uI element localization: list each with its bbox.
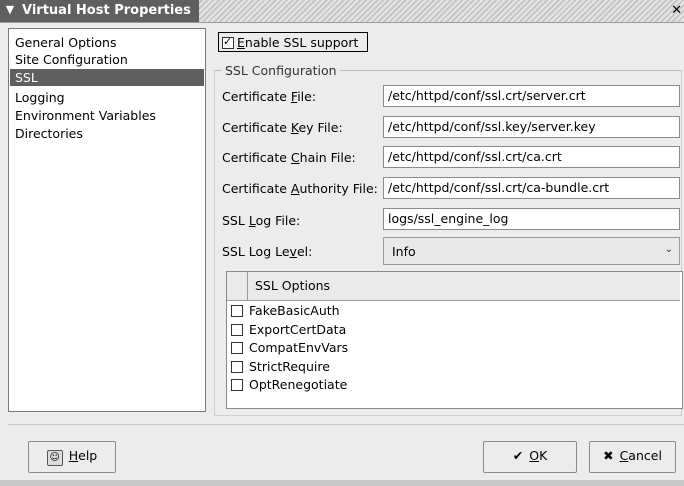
enable-ssl-checkbox[interactable]: Enable SSL support bbox=[218, 32, 368, 52]
ssl-options-header: SSL Options bbox=[227, 272, 680, 301]
sidebar-item-environment-variables[interactable]: Environment Variables bbox=[10, 107, 204, 124]
button-separator bbox=[8, 424, 684, 425]
optrenegotiate-checkbox[interactable] bbox=[231, 379, 243, 391]
compatenvvars-label: CompatEnvVars bbox=[249, 340, 349, 355]
certificate-key-file-input[interactable]: /etc/httpd/conf/ssl.key/server.key bbox=[383, 116, 680, 138]
fakebasicauth-label: FakeBasicAuth bbox=[249, 303, 340, 318]
certificate-chain-file-input[interactable]: /etc/httpd/conf/ssl.crt/ca.crt bbox=[383, 146, 680, 168]
certificate-file-input[interactable]: /etc/httpd/conf/ssl.crt/server.crt bbox=[383, 85, 680, 107]
title-tab: ▼ Virtual Host Properties bbox=[0, 0, 199, 22]
sidebar-item-directories[interactable]: Directories bbox=[10, 125, 204, 142]
certificate-chain-file-label: Certificate Chain File: bbox=[222, 150, 356, 165]
enable-ssl-check-box[interactable] bbox=[222, 35, 234, 49]
certificate-authority-file-label: Certificate Authority File: bbox=[222, 181, 378, 196]
certificate-authority-file-input[interactable]: /etc/httpd/conf/ssl.crt/ca-bundle.crt bbox=[383, 177, 680, 199]
certificate-file-label: Certificate File: bbox=[222, 89, 317, 104]
exportcertdata-checkbox[interactable] bbox=[231, 324, 243, 336]
sidebar-item-general-options[interactable]: General Options bbox=[10, 34, 204, 51]
ssl-options-list: SSL Options FakeBasicAuth ExportCertData… bbox=[226, 271, 683, 409]
help-icon: ☺ bbox=[46, 450, 63, 466]
certificate-key-file-label: Certificate Key File: bbox=[222, 120, 343, 135]
compatenvvars-checkbox[interactable] bbox=[231, 342, 243, 354]
help-button-content: ☺ Help bbox=[29, 448, 115, 466]
ssl-log-level-select[interactable]: Info ⌄ bbox=[383, 237, 680, 265]
cancel-button-content: ✖ Cancel bbox=[603, 448, 662, 463]
chevron-down-icon: ⌄ bbox=[664, 244, 673, 255]
ssl-log-file-label: SSL Log File: bbox=[222, 213, 301, 228]
sidebar-list: General Options Site Configuration SSL L… bbox=[8, 28, 206, 412]
sidebar-item-ssl[interactable]: SSL bbox=[10, 69, 204, 86]
optrenegotiate-label: OptRenegotiate bbox=[249, 377, 348, 392]
ok-check-icon: ✔ bbox=[512, 448, 524, 463]
cancel-x-icon: ✖ bbox=[603, 448, 614, 463]
ssl-log-level-label: SSL Log Level: bbox=[222, 244, 313, 259]
checkbox-column-header[interactable] bbox=[227, 272, 248, 300]
sidebar-item-site-configuration[interactable]: Site Configuration bbox=[10, 51, 204, 68]
fakebasicauth-checkbox[interactable] bbox=[231, 305, 243, 317]
ssl-configuration-title: SSL Configuration bbox=[222, 63, 340, 78]
window-bottom-edge bbox=[0, 480, 684, 486]
ssl-options-column-header[interactable]: SSL Options bbox=[255, 278, 330, 293]
window-menu-icon[interactable]: ▼ bbox=[3, 3, 17, 17]
ok-button-content: ✔ OK bbox=[512, 448, 548, 463]
virtual-host-properties-window: ▼ Virtual Host Properties ✕ General Opti… bbox=[0, 0, 684, 486]
strictrequire-label: StrictRequire bbox=[249, 359, 330, 374]
close-icon[interactable]: ✕ bbox=[671, 3, 682, 18]
strictrequire-checkbox[interactable] bbox=[231, 361, 243, 373]
exportcertdata-label: ExportCertData bbox=[249, 322, 347, 337]
ssl-log-level-value: Info bbox=[392, 244, 416, 259]
window-title: Virtual Host Properties bbox=[22, 3, 191, 18]
ok-button[interactable]: ✔ OK bbox=[483, 441, 577, 473]
help-button[interactable]: ☺ Help bbox=[28, 441, 116, 473]
title-bar[interactable]: ▼ Virtual Host Properties ✕ bbox=[0, 0, 684, 23]
ssl-log-file-input[interactable]: logs/ssl_engine_log bbox=[383, 208, 680, 230]
enable-ssl-label: Enable SSL support bbox=[237, 35, 359, 50]
sidebar-item-logging[interactable]: Logging bbox=[10, 89, 204, 106]
cancel-button[interactable]: ✖ Cancel bbox=[589, 441, 676, 473]
